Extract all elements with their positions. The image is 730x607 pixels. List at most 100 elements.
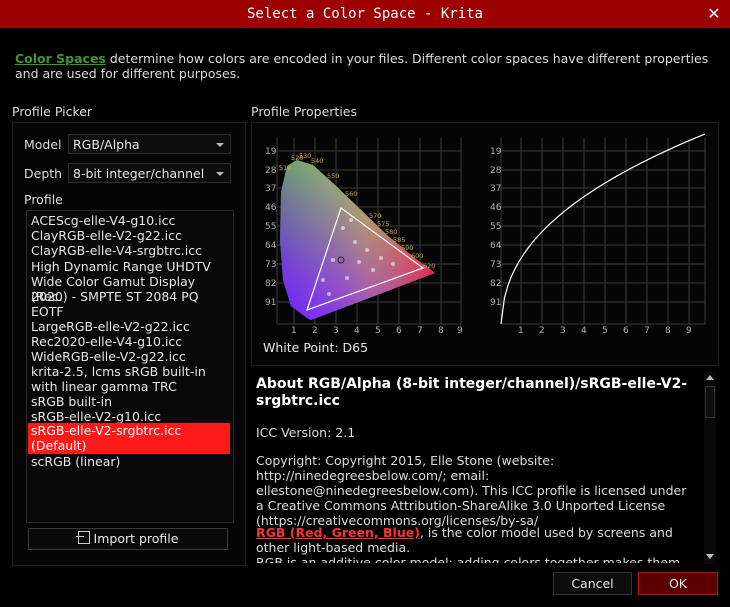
list-item[interactable]: 2020) - SMPTE ST 2084 PQ: [31, 289, 227, 304]
profile-label: Profile: [24, 192, 63, 207]
list-item[interactable]: ClayRGB-elle-V2-g22.icc: [31, 228, 227, 243]
cancel-button[interactable]: Cancel: [553, 572, 632, 595]
depth-combo[interactable]: 8-bit integer/channel: [68, 163, 231, 183]
tick-label: 55: [490, 222, 501, 232]
window-title: Select a Color Space - Krita: [246, 6, 483, 22]
tick-label: 37: [490, 184, 501, 194]
tick-label: 91: [490, 298, 501, 308]
import-profile-button[interactable]: Import profile: [28, 528, 228, 550]
tick-label: 28: [490, 166, 502, 176]
tick-label: 2: [539, 326, 545, 335]
locus-label: 560: [345, 190, 357, 198]
ok-button[interactable]: OK: [638, 572, 718, 595]
tick-label: 9: [686, 326, 692, 335]
tick-label: 46: [265, 203, 277, 213]
rgb-model-link[interactable]: RGB (Red, Green, Blue): [256, 525, 420, 540]
locus-label: 620: [423, 262, 435, 270]
depth-label: Depth: [24, 166, 63, 181]
tick-label: 64: [490, 241, 502, 251]
locus-label: 570: [369, 212, 381, 220]
tick-label: 1: [291, 326, 297, 335]
list-item[interactable]: ClayRGB-elle-V4-srgbtrc.icc: [31, 243, 227, 258]
tick-label: 73: [265, 260, 276, 270]
chevron-down-icon: [216, 172, 224, 176]
tick-label: 5: [375, 326, 381, 335]
list-item[interactable]: Rec2020-elle-V4-g10.icc: [31, 334, 227, 349]
profile-list[interactable]: ACEScg-elle-V4-g10.icc ClayRGB-elle-V2-g…: [26, 210, 234, 523]
tick-label: 19: [265, 147, 277, 157]
list-item[interactable]: with linear gamma TRC: [31, 379, 227, 394]
tick-label: 37: [265, 184, 276, 194]
tick-label: 28: [265, 166, 277, 176]
color-spaces-link[interactable]: Color Spaces: [15, 51, 106, 66]
list-item[interactable]: sRGB-elle-V2-g10.icc: [31, 409, 227, 424]
locus-label: 600: [411, 252, 423, 260]
tick-label: 8: [438, 326, 444, 335]
tick-label: 9: [457, 326, 463, 335]
tick-label: 82: [490, 279, 501, 289]
depth-value: 8-bit integer/channel: [73, 166, 205, 181]
tick-label: 3: [560, 326, 566, 335]
list-item[interactable]: WideRGB-elle-V2-g22.icc: [31, 349, 227, 364]
y-tick-labels: 19 28 37 46 55 64 73 82 91: [265, 147, 277, 308]
list-item[interactable]: LargeRGB-elle-V2-g22.icc: [31, 319, 227, 334]
trc-curve-chart: 19 28 37 46 55 64 73 82 91 1 2 3 4 5 6 7…: [490, 133, 706, 335]
list-item[interactable]: scRGB (linear): [31, 454, 227, 469]
locus-label: 510: [279, 164, 291, 172]
tick-label: 82: [265, 279, 276, 289]
x-tick-labels: 1 2 3 4 5 6 7 8 9: [291, 326, 463, 335]
tick-label: 55: [265, 222, 276, 232]
trc-curve: [500, 133, 706, 325]
model-value: RGB/Alpha: [73, 137, 140, 152]
list-item[interactable]: ACEScg-elle-V4-g10.icc: [31, 213, 227, 228]
intro-description: determine how colors are encoded in your…: [15, 51, 709, 81]
list-item[interactable]: krita-2.5, lcms sRGB built-in: [31, 364, 227, 379]
profile-picker-heading: Profile Picker: [12, 104, 93, 119]
list-item[interactable]: sRGB built-in: [31, 394, 227, 409]
list-item[interactable]: High Dynamic Range UHDTV: [31, 259, 227, 274]
x-tick-labels: 1 2 3 4 5 6 7 8 9: [518, 326, 692, 335]
tick-label: 4: [581, 326, 587, 335]
selected-item-default: (Default): [31, 438, 87, 453]
y-tick-labels: 19 28 37 46 55 64 73 82 91: [490, 147, 502, 308]
tick-label: 7: [644, 326, 650, 335]
intro-text: Color Spaces determine how colors are en…: [15, 51, 715, 81]
gamut-chart: 520 530 510 540 550 560 570 575 580 585 …: [265, 138, 463, 335]
grid: [500, 138, 706, 325]
tick-label: 1: [518, 326, 524, 335]
tick-label: 3: [333, 326, 339, 335]
tick-label: 4: [354, 326, 360, 335]
chevron-down-icon: [216, 143, 224, 147]
import-profile-label: Import profile: [93, 531, 179, 546]
scroll-up-icon[interactable]: [706, 375, 714, 380]
color-model-description: RGB (Red, Green, Blue), is the color mod…: [256, 525, 698, 563]
tick-label: 73: [490, 260, 501, 270]
tick-label: 6: [623, 326, 629, 335]
model-combo[interactable]: RGB/Alpha: [68, 134, 231, 154]
locus-label: 580: [385, 228, 397, 236]
copyright-text: Copyright: Copyright 2015, Elle Stone (w…: [256, 453, 687, 528]
import-icon: [75, 531, 90, 544]
profile-properties-heading: Profile Properties: [251, 104, 358, 119]
list-item[interactable]: EOTF: [31, 304, 227, 319]
tick-label: 5: [602, 326, 608, 335]
list-item-selected[interactable]: sRGB-elle-V2-srgbtrc.icc (Default): [28, 423, 230, 454]
locus-label: 540: [311, 157, 323, 165]
locus-label: 550: [327, 172, 339, 180]
locus-label: 530: [299, 152, 311, 160]
locus-label: 585: [393, 236, 405, 244]
locus-label: 575: [377, 220, 389, 228]
tick-label: 2: [312, 326, 318, 335]
close-icon[interactable]: ✕: [703, 3, 725, 25]
scroll-down-icon[interactable]: [706, 554, 714, 559]
icc-version: ICC Version: 2.1: [256, 425, 356, 440]
tick-label: 6: [396, 326, 402, 335]
model-label: Model: [24, 137, 62, 152]
tick-label: 46: [490, 203, 502, 213]
model-text-continued: RGB is an additive color model: adding c…: [256, 555, 681, 563]
tick-label: 19: [490, 147, 502, 157]
scrollbar-thumb[interactable]: [705, 386, 715, 418]
tick-label: 8: [665, 326, 671, 335]
white-point-label: White Point: D65: [263, 340, 369, 355]
selected-item-name: sRGB-elle-V2-srgbtrc.icc: [31, 423, 182, 438]
